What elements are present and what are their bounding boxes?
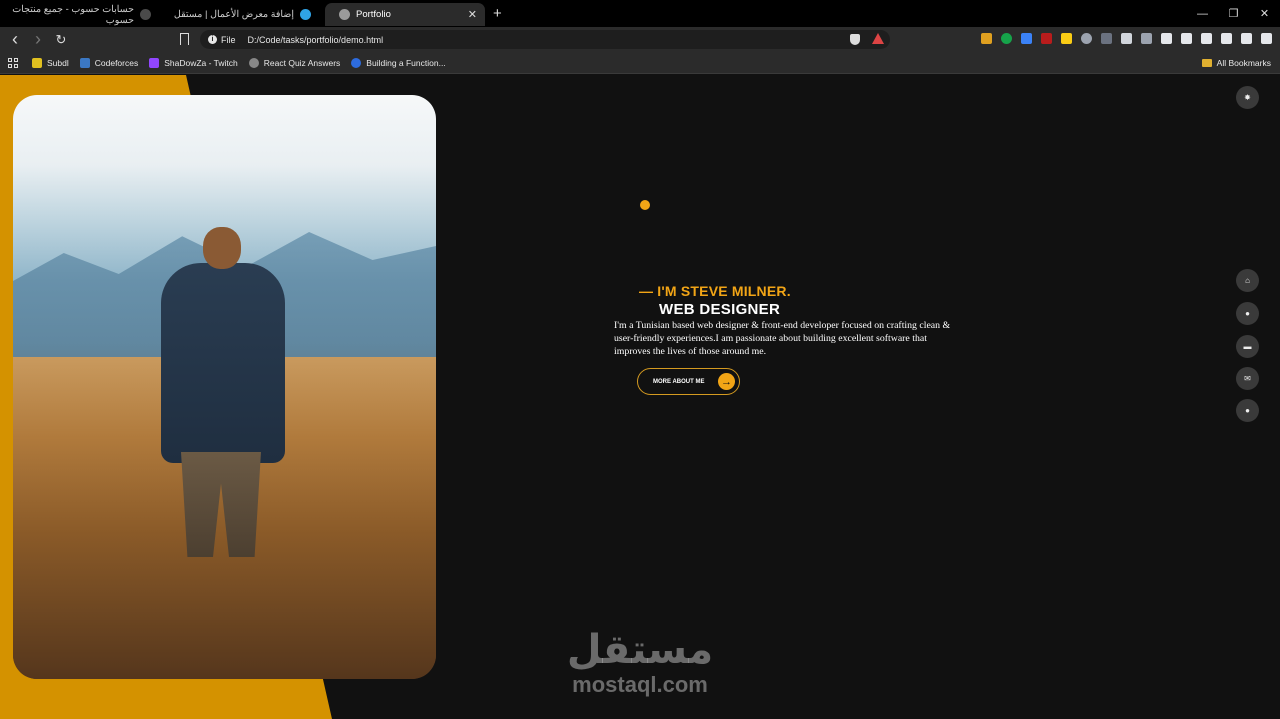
bookmark-icon[interactable] xyxy=(180,33,189,45)
tab-title: حسابات حسوب - جميع منتجات حسوب xyxy=(12,3,134,26)
profile-photo xyxy=(13,95,436,679)
brave-shield-icon[interactable] xyxy=(850,34,860,45)
back-button[interactable]: ‹ xyxy=(5,29,25,50)
more-about-me-button[interactable]: MORE ABOUT ME → xyxy=(637,368,740,395)
scheme-label: File xyxy=(221,34,236,45)
address-bar[interactable]: i File D:/Code/tasks/portfolio/demo.html xyxy=(200,30,890,49)
side-nav-about[interactable]: ● xyxy=(1236,302,1259,325)
bookmark-subdl[interactable]: Subdl xyxy=(32,57,69,68)
portfolio-page: ✸ — I'M STEVE MILNER. WEB DESIGNER I'm a… xyxy=(0,75,1280,719)
site-info-icon[interactable]: i xyxy=(208,35,217,44)
all-bookmarks-button[interactable]: All Bookmarks xyxy=(1201,57,1271,68)
forward-button[interactable]: › xyxy=(28,29,48,50)
extension-icon[interactable] xyxy=(1141,33,1152,44)
bookmark-label: ShaDowZa - Twitch xyxy=(164,57,238,68)
globe-favicon-icon xyxy=(339,9,350,20)
extensions-area xyxy=(981,33,1272,44)
tab-strip: حسابات حسوب - جميع منتجات حسوب إضافة معر… xyxy=(0,0,1280,27)
menu-icon[interactable] xyxy=(1261,33,1272,44)
extension-icon[interactable] xyxy=(1081,33,1092,44)
side-nav-blog[interactable]: ● xyxy=(1236,399,1259,422)
sidebar-icon[interactable] xyxy=(1181,33,1192,44)
restore-button[interactable]: ❐ xyxy=(1218,0,1249,27)
translate-icon[interactable] xyxy=(1021,33,1032,44)
bookmarks-bar: Subdl Codeforces ShaDowZa - Twitch React… xyxy=(0,52,1280,74)
leo-ai-icon[interactable] xyxy=(1221,33,1232,44)
bookmark-twitch[interactable]: ShaDowZa - Twitch xyxy=(149,57,238,68)
person-legs xyxy=(181,452,261,557)
window-controls: — ❐ ✕ xyxy=(1187,0,1280,27)
coursera-icon xyxy=(351,57,362,68)
hero-role: WEB DESIGNER xyxy=(659,301,781,318)
folder-icon xyxy=(1201,58,1212,67)
twitch-icon xyxy=(149,57,160,68)
url-text[interactable]: D:/Code/tasks/portfolio/demo.html xyxy=(248,35,384,45)
arrow-right-icon: → xyxy=(718,373,735,390)
bookmark-react-quiz[interactable]: React Quiz Answers xyxy=(248,57,341,68)
apps-grid-icon[interactable] xyxy=(8,57,18,68)
theme-toggle-button[interactable]: ✸ xyxy=(1236,86,1259,109)
mostaql-watermark: مستقل mostaql.com xyxy=(560,627,720,697)
media-icon[interactable] xyxy=(1161,33,1172,44)
close-window-button[interactable]: ✕ xyxy=(1249,0,1280,27)
subdl-icon xyxy=(32,57,42,68)
bookmark-label: Codeforces xyxy=(94,57,139,68)
brave-rewards-icon[interactable] xyxy=(872,33,884,44)
close-tab-icon[interactable]: ✕ xyxy=(468,8,477,21)
person-figure xyxy=(151,227,291,557)
hsoub-favicon-icon xyxy=(140,9,151,20)
new-tab-button[interactable]: + xyxy=(493,5,502,22)
bookmark-label: Building a Function... xyxy=(366,57,446,68)
reload-button[interactable]: ↻ xyxy=(51,30,71,50)
extension-icon[interactable] xyxy=(1061,33,1072,44)
extensions-puzzle-icon[interactable] xyxy=(1121,33,1132,44)
vpn-icon[interactable] xyxy=(1241,33,1252,44)
watermark-latin: mostaql.com xyxy=(572,672,708,697)
codeforces-icon xyxy=(79,57,90,68)
side-nav-portfolio[interactable]: ▬ xyxy=(1236,335,1259,358)
person-jacket xyxy=(161,263,285,463)
tab-portfolio[interactable]: Portfolio ✕ xyxy=(325,3,485,26)
bookmark-label: React Quiz Answers xyxy=(263,57,341,68)
more-about-me-label: MORE ABOUT ME xyxy=(653,378,705,385)
globe-icon xyxy=(248,57,259,68)
extension-icon[interactable] xyxy=(981,33,992,44)
ublock-icon[interactable] xyxy=(1041,33,1052,44)
all-bookmarks-label: All Bookmarks xyxy=(1216,57,1271,68)
hero-intro: — I'M STEVE MILNER. xyxy=(639,283,791,299)
bookmark-codeforces[interactable]: Codeforces xyxy=(79,57,139,68)
watermark-arabic: مستقل xyxy=(566,627,714,673)
person-head xyxy=(203,227,241,269)
tab-title: Portfolio xyxy=(356,9,391,20)
wallet-icon[interactable] xyxy=(1201,33,1212,44)
grammarly-icon[interactable] xyxy=(1001,33,1012,44)
hero-bio: I'm a Tunisian based web designer & fron… xyxy=(614,320,951,357)
browser-toolbar: ‹ › ↻ i File D:/Code/tasks/portfolio/dem… xyxy=(0,27,1280,52)
tab-title: إضافة معرض الأعمال | مستقل xyxy=(173,9,294,20)
accent-dot xyxy=(640,200,650,210)
tab-mostaql-portfolio[interactable]: إضافة معرض الأعمال | مستقل xyxy=(165,3,325,26)
minimize-button[interactable]: — xyxy=(1187,0,1218,27)
mostaql-favicon-icon xyxy=(300,9,311,20)
bookmark-label: Subdl xyxy=(47,57,69,68)
bookmark-building-function[interactable]: Building a Function... xyxy=(351,57,446,68)
tab-hsoub-accounts[interactable]: حسابات حسوب - جميع منتجات حسوب xyxy=(0,3,165,26)
side-nav-contact[interactable]: ✉ xyxy=(1236,367,1259,390)
side-nav-home[interactable]: ⌂ xyxy=(1236,269,1259,292)
extension-icon[interactable] xyxy=(1101,33,1112,44)
